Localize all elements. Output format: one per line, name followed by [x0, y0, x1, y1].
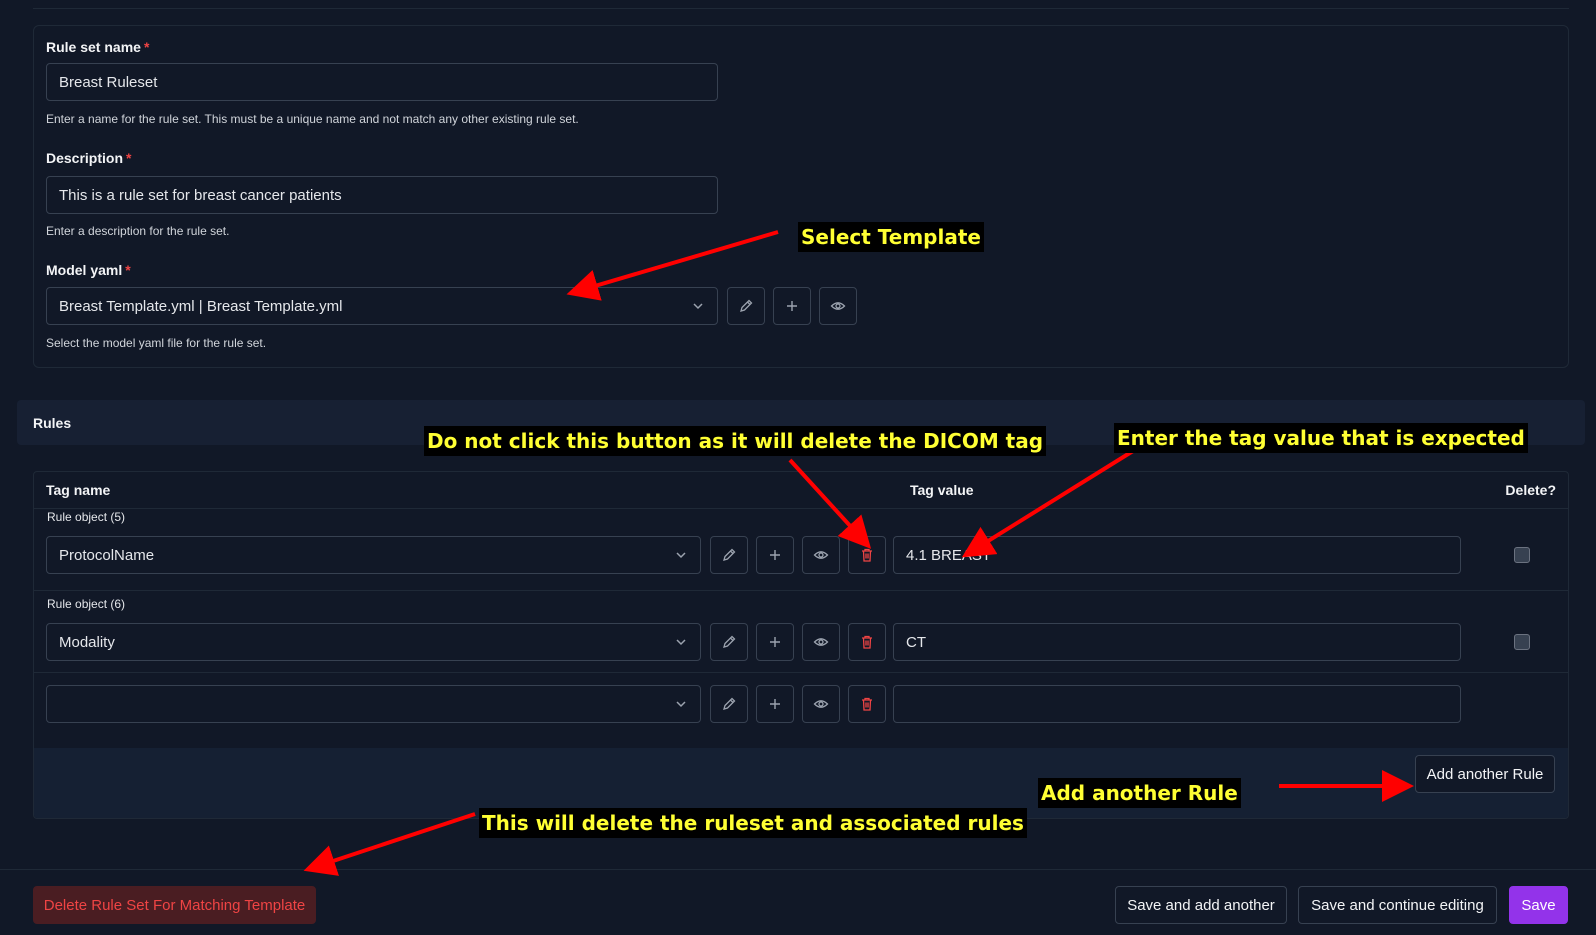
- add-tag-button[interactable]: [756, 623, 794, 661]
- chevron-down-icon: [674, 697, 688, 711]
- save-button[interactable]: Save: [1509, 886, 1568, 924]
- delete-header: Delete?: [1505, 482, 1556, 498]
- delete-rule-set-button[interactable]: Delete Rule Set For Matching Template: [33, 886, 316, 924]
- enter-tag-value-annotation: Enter the tag value that is expected: [1114, 423, 1528, 453]
- rule-row-label: Rule object (6): [47, 597, 126, 611]
- add-another-rule-annotation: Add another Rule: [1038, 778, 1241, 808]
- rule-set-name-value: Breast Ruleset: [59, 73, 158, 91]
- model-yaml-label: Model yaml *: [46, 262, 131, 278]
- add-tag-button[interactable]: [756, 685, 794, 723]
- tag-value-text: 4.1 BREAST: [906, 546, 992, 564]
- rule-set-name-help: Enter a name for the rule set. This must…: [46, 112, 579, 126]
- tag-name-value: ProtocolName: [59, 546, 155, 564]
- delete-ruleset-annotation: This will delete the ruleset and associa…: [479, 808, 1027, 838]
- rule-set-name-input[interactable]: Breast Ruleset: [46, 63, 718, 101]
- view-model-yaml-button[interactable]: [819, 287, 857, 325]
- plus-icon: [770, 550, 780, 560]
- tag-value-input[interactable]: CT: [893, 623, 1461, 661]
- pencil-icon: [740, 299, 753, 312]
- eye-icon: [813, 551, 829, 559]
- pencil-icon: [723, 548, 736, 561]
- eye-icon: [813, 700, 829, 708]
- add-model-yaml-button[interactable]: [773, 287, 811, 325]
- tag-name-value: Modality: [59, 633, 115, 651]
- edit-model-yaml-button[interactable]: [727, 287, 765, 325]
- tag-name-select[interactable]: ProtocolName: [46, 536, 701, 574]
- tag-value-text: CT: [906, 633, 926, 651]
- delete-tag-button[interactable]: [848, 623, 886, 661]
- delete-checkbox[interactable]: [1514, 634, 1530, 650]
- add-tag-button[interactable]: [756, 536, 794, 574]
- plus-icon: [787, 301, 797, 311]
- save-and-add-another-button[interactable]: Save and add another: [1115, 886, 1287, 924]
- required-mark: *: [126, 150, 132, 166]
- add-another-rule-button[interactable]: Add another Rule: [1415, 755, 1555, 793]
- chevron-down-icon: [691, 299, 705, 313]
- tag-value-header: Tag value: [910, 482, 974, 498]
- tag-name-select[interactable]: Modality: [46, 623, 701, 661]
- description-label: Description *: [46, 150, 132, 166]
- rule-row-label: Rule object (5): [47, 510, 126, 524]
- delete-ruleset-arrow: [303, 812, 476, 876]
- delete-tag-button[interactable]: [848, 685, 886, 723]
- chevron-down-icon: [674, 548, 688, 562]
- eye-icon: [813, 638, 829, 646]
- chevron-down-icon: [674, 635, 688, 649]
- rules-title: Rules: [33, 414, 72, 431]
- description-input[interactable]: This is a rule set for breast cancer pat…: [46, 176, 718, 214]
- select-template-annotation: Select Template: [798, 222, 984, 252]
- pencil-icon: [723, 635, 736, 648]
- view-tag-button[interactable]: [802, 623, 840, 661]
- view-tag-button[interactable]: [802, 685, 840, 723]
- top-divider: [33, 8, 1569, 9]
- edit-tag-button[interactable]: [710, 536, 748, 574]
- delete-checkbox[interactable]: [1514, 547, 1530, 563]
- tag-name-select[interactable]: [46, 685, 701, 723]
- trash-icon: [862, 697, 872, 711]
- rules-table: Tag name Tag value Delete? Rule object (…: [33, 471, 1569, 819]
- edit-tag-button[interactable]: [710, 685, 748, 723]
- edit-tag-button[interactable]: [710, 623, 748, 661]
- table-header: Tag name Tag value Delete?: [34, 472, 1568, 509]
- model-yaml-value: Breast Template.yml | Breast Template.ym…: [59, 297, 343, 315]
- eye-icon: [830, 302, 846, 310]
- tag-value-input[interactable]: [893, 685, 1461, 723]
- model-yaml-help: Select the model yaml file for the rule …: [46, 336, 267, 350]
- required-mark: *: [143, 39, 150, 55]
- delete-tag-button[interactable]: [848, 536, 886, 574]
- row-divider: [34, 672, 1568, 673]
- plus-icon: [770, 637, 780, 647]
- save-and-continue-editing-button[interactable]: Save and continue editing: [1298, 886, 1497, 924]
- description-help: Enter a description for the rule set.: [46, 224, 230, 238]
- row-divider: [34, 590, 1568, 591]
- view-tag-button[interactable]: [802, 536, 840, 574]
- required-mark: *: [125, 262, 131, 278]
- model-yaml-select[interactable]: Breast Template.yml | Breast Template.ym…: [46, 287, 718, 325]
- tag-value-input[interactable]: 4.1 BREAST: [893, 536, 1461, 574]
- plus-icon: [770, 699, 780, 709]
- description-value: This is a rule set for breast cancer pat…: [59, 186, 342, 204]
- trash-icon: [862, 548, 872, 562]
- trash-icon: [862, 635, 872, 649]
- pencil-icon: [723, 697, 736, 710]
- tag-name-header: Tag name: [46, 482, 111, 498]
- ruleset-form-card: Rule set name * Breast Ruleset Enter a na…: [33, 25, 1569, 368]
- do-not-click-annotation: Do not click this button as it will dele…: [424, 426, 1047, 456]
- rule-set-name-label: Rule set name *: [46, 39, 150, 55]
- submit-row: Delete Rule Set For Matching Template Sa…: [0, 869, 1596, 935]
